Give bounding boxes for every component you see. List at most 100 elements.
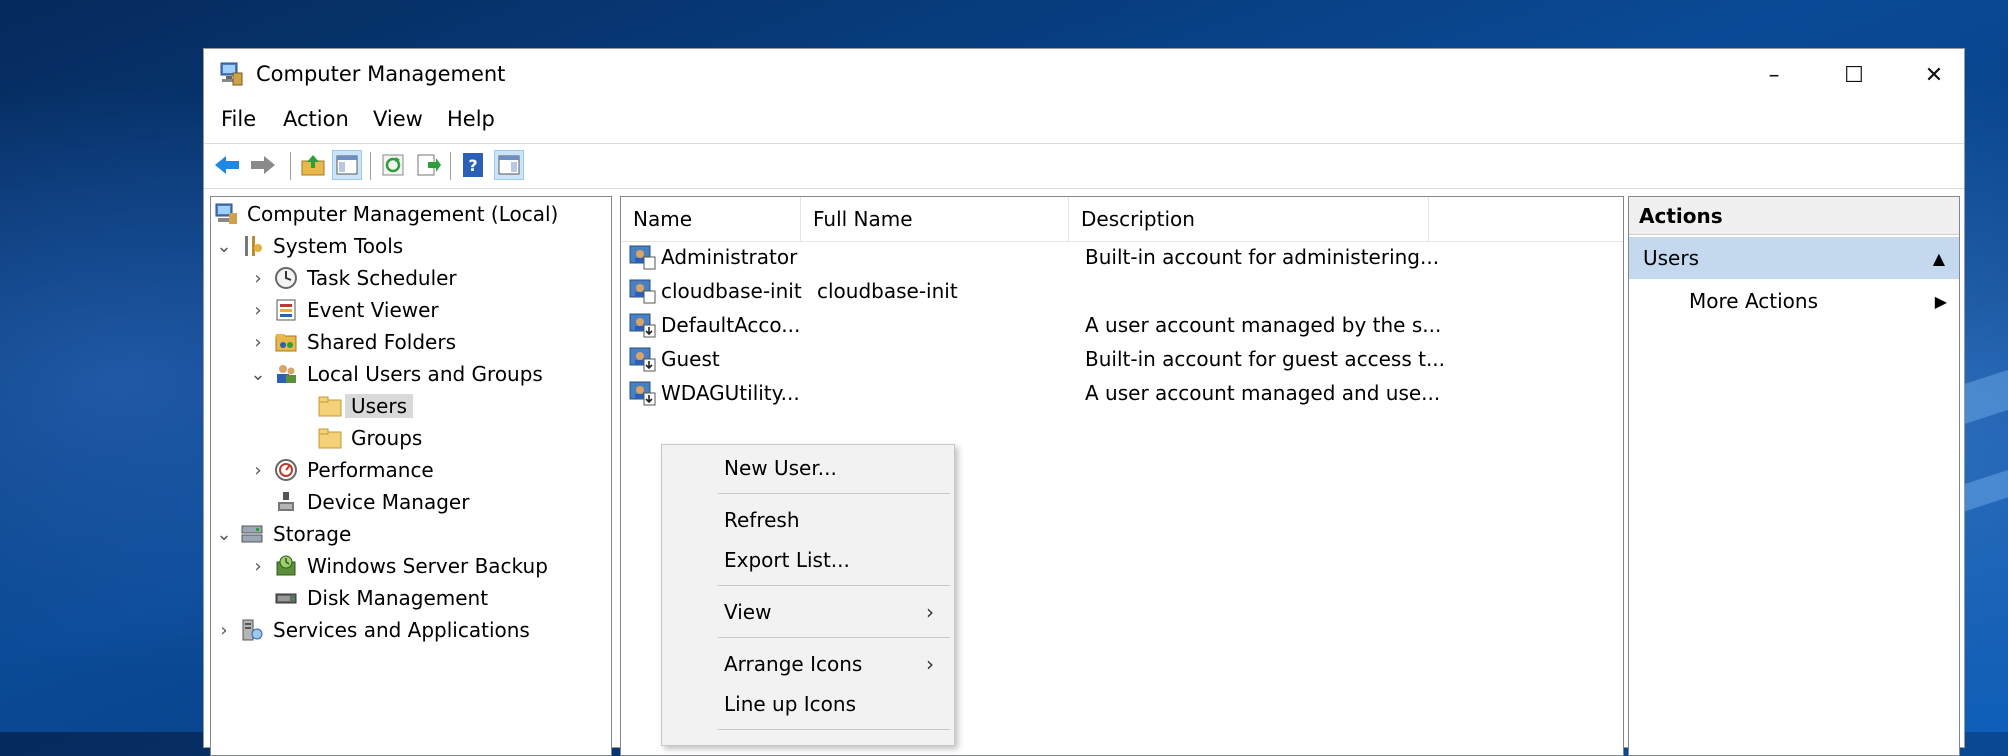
chevron-right-icon: ›	[926, 652, 934, 676]
event-viewer-icon	[273, 297, 299, 323]
actions-title: Actions	[1629, 197, 1959, 235]
tree-item-storage[interactable]: ⌄ Storage	[215, 519, 351, 549]
tree-item-users[interactable]: Users	[317, 391, 414, 421]
menu-item-refresh[interactable]: Refresh	[662, 501, 954, 539]
forward-icon	[251, 156, 275, 174]
tree-item-task-scheduler[interactable]: › Task Scheduler	[249, 263, 456, 293]
tree-item-disk-management[interactable]: Disk Management	[273, 583, 488, 613]
tree-item-device-manager[interactable]: Device Manager	[273, 487, 469, 517]
back-button[interactable]	[212, 150, 242, 180]
chevron-right-icon[interactable]: ›	[249, 556, 267, 577]
menu-item-new-user[interactable]: New User...	[662, 449, 954, 487]
menu-file[interactable]: File	[221, 107, 256, 131]
menu-item-view[interactable]: View ›	[662, 593, 954, 631]
menu-item-line-up-icons[interactable]: Line up Icons	[662, 685, 954, 723]
submenu-arrow-icon: ▶	[1934, 291, 1947, 311]
chevron-right-icon[interactable]: ›	[249, 300, 267, 321]
show-hide-tree-icon	[336, 155, 358, 175]
chevron-down-icon[interactable]: ⌄	[215, 524, 233, 545]
chevron-right-icon[interactable]: ›	[215, 620, 233, 641]
maximize-button[interactable]: ☐	[1814, 49, 1894, 101]
table-row[interactable]: Guest Built-in account for guest access …	[629, 343, 1609, 375]
user-icon	[629, 245, 656, 270]
title-bar[interactable]: Computer Management – ☐ ✕	[204, 49, 1964, 101]
menu-help[interactable]: Help	[447, 107, 495, 131]
column-header-name[interactable]: Name	[621, 197, 801, 241]
show-hide-action-pane-icon	[498, 155, 520, 175]
show-hide-console-tree-button[interactable]	[332, 150, 362, 180]
table-row[interactable]: cloudbase-init cloudbase-init	[629, 275, 1609, 307]
chevron-right-icon[interactable]: ›	[249, 332, 267, 353]
disk-icon	[273, 585, 299, 611]
services-icon	[239, 617, 265, 643]
collapse-up-icon[interactable]: ▲	[1933, 249, 1945, 268]
list-header: Name Full Name Description	[621, 197, 1623, 242]
up-folder-icon	[301, 155, 325, 176]
export-list-button[interactable]	[414, 150, 444, 180]
computer-management-window: Computer Management – ☐ ✕ File Action Vi…	[203, 48, 1965, 756]
backup-icon	[273, 553, 299, 579]
user-name: Administrator	[661, 245, 798, 269]
tree-item-local-users-and-groups[interactable]: ⌄ Local Users and Groups	[249, 359, 542, 389]
menu-item-export-list[interactable]: Export List...	[662, 541, 954, 579]
tree-item-computer-management[interactable]: Computer Management (Local)	[213, 199, 558, 229]
toolbar-separator	[370, 152, 371, 180]
user-name: cloudbase-init	[661, 279, 802, 303]
menu-item-arrange-icons[interactable]: Arrange Icons ›	[662, 645, 954, 683]
chevron-down-icon[interactable]: ⌄	[215, 236, 233, 257]
more-actions-label: More Actions	[1689, 289, 1818, 313]
table-row[interactable]: WDAGUtility... A user account managed an…	[629, 377, 1609, 409]
chevron-down-icon[interactable]: ⌄	[249, 364, 267, 385]
tree-item-services-and-applications[interactable]: › Services and Applications	[215, 615, 529, 645]
user-description: A user account managed and use...	[1085, 381, 1441, 405]
minimize-button[interactable]: –	[1734, 49, 1814, 101]
menu-separator	[718, 637, 950, 638]
close-button[interactable]: ✕	[1894, 49, 1974, 101]
console-tree[interactable]: Computer Management (Local) ⌄ System Too…	[210, 196, 612, 756]
tree-item-system-tools[interactable]: ⌄ System Tools	[215, 231, 403, 261]
show-hide-action-pane-button[interactable]	[494, 150, 524, 180]
tree-item-shared-folders[interactable]: › Shared Folders	[249, 327, 456, 357]
actions-section-users[interactable]: Users ▲	[1629, 237, 1959, 279]
table-row[interactable]: Administrator Built-in account for admin…	[629, 241, 1609, 273]
chevron-right-icon[interactable]: ›	[249, 460, 267, 481]
up-one-level-button[interactable]	[298, 150, 328, 180]
shared-folder-icon	[273, 329, 299, 355]
disabled-user-icon	[629, 313, 656, 338]
chevron-right-icon[interactable]: ›	[249, 268, 267, 289]
tree-item-groups[interactable]: Groups	[317, 423, 422, 453]
tree-item-event-viewer[interactable]: › Event Viewer	[249, 295, 438, 325]
performance-gauge-icon	[273, 457, 299, 483]
forward-button[interactable]	[248, 150, 278, 180]
tree-item-performance[interactable]: › Performance	[249, 455, 433, 485]
toolbar-separator	[450, 152, 451, 180]
actions-pane: Actions Users ▲ More Actions ▶	[1628, 196, 1960, 756]
menu-view[interactable]: View	[373, 107, 423, 131]
column-header-description[interactable]: Description	[1069, 197, 1429, 241]
help-button[interactable]: ?	[458, 150, 488, 180]
disabled-user-icon	[629, 381, 656, 406]
menu-separator	[718, 729, 950, 730]
user-icon	[629, 279, 656, 304]
menu-action[interactable]: Action	[283, 107, 349, 131]
back-icon	[215, 156, 239, 174]
column-header-full-name[interactable]: Full Name	[801, 197, 1069, 241]
tree-item-windows-server-backup[interactable]: › Windows Server Backup	[249, 551, 548, 581]
table-row[interactable]: DefaultAcco... A user account managed by…	[629, 309, 1609, 341]
user-full-name: cloudbase-init	[817, 279, 958, 303]
menu-separator	[718, 585, 950, 586]
users-group-icon	[273, 361, 299, 387]
clock-icon	[273, 265, 299, 291]
device-manager-icon	[273, 489, 299, 515]
window-title: Computer Management	[256, 62, 506, 86]
user-description: Built-in account for guest access t...	[1085, 347, 1446, 371]
actions-section-label: Users	[1643, 246, 1700, 270]
user-name: Guest	[661, 347, 720, 371]
menu-separator	[718, 493, 950, 494]
context-menu: New User... Refresh Export List... View …	[661, 444, 955, 746]
computer-management-icon	[220, 62, 243, 86]
help-icon: ?	[463, 153, 483, 177]
menu-bar: File Action View Help	[204, 101, 1964, 137]
more-actions-item[interactable]: More Actions ▶	[1629, 281, 1959, 321]
refresh-button[interactable]	[378, 150, 408, 180]
